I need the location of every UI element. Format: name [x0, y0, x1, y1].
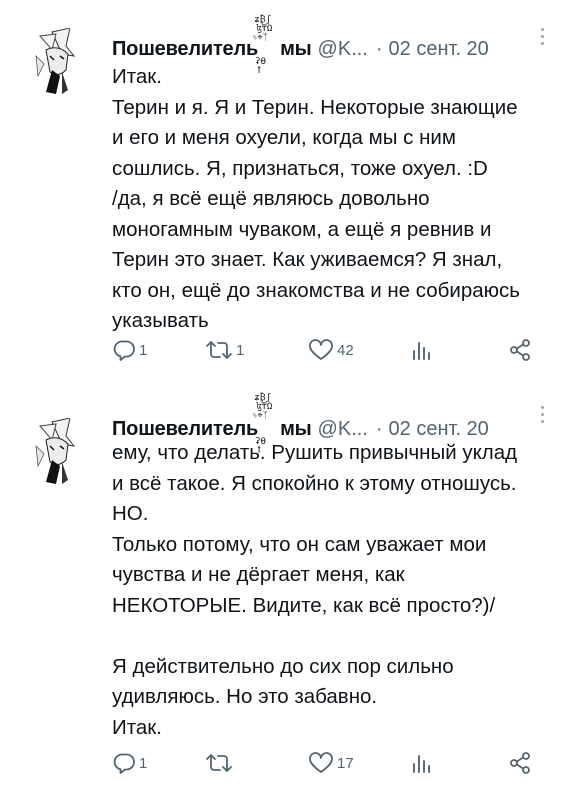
tweet-text: ему, что делать. Рушить привычный уклад … [112, 438, 557, 743]
tweet-text-line: сошлись. Я, признаться, тоже охуел. :D [112, 156, 488, 180]
reply-count: 1 [139, 754, 148, 772]
retweet-button[interactable]: 1 [205, 339, 244, 361]
tweet-text-line: и всё такое. Я спокойно к этому отношусь… [112, 471, 517, 495]
share-icon [510, 339, 530, 361]
views-button[interactable] [410, 339, 432, 361]
tweet-text-line: Итак. [112, 65, 162, 88]
avatar-illustration [22, 416, 92, 486]
share-button[interactable] [508, 751, 532, 775]
tweet-text-line: Итак. [112, 715, 162, 739]
retweet-icon [206, 754, 232, 772]
reply-icon [113, 753, 135, 774]
display-name[interactable]: Пошевелитель [112, 38, 258, 61]
views-icon [413, 342, 430, 360]
tweet-text-line: указывать [112, 309, 209, 332]
like-count: 42 [337, 341, 354, 359]
tweet-text-line: Терин это знает. Как уживаемся? Я знал, [112, 248, 503, 271]
tweet-text-line: ему, что делать. Рушить привычный уклад [112, 441, 518, 464]
tweet-header: Пошевелитель ʑ₿ʃ ɮ₸Ω ᛃ⌖ᛉ ʡ⍬ ꝉ мы @K... ·… [112, 15, 489, 76]
more-options-icon[interactable] [539, 28, 545, 48]
tweet-text-line: Я действительно до сих пор сильно [112, 654, 454, 678]
share-icon [510, 752, 530, 774]
more-options-icon[interactable] [539, 406, 545, 426]
reply-button[interactable]: 1 [112, 339, 147, 361]
tweet[interactable]: Пошевелитель ʑ₿ʃ ɮ₸Ω ᛃ⌖ᛉ ʡ⍬ ꝉ мы @K... ·… [0, 0, 569, 390]
tweet-text-line: чувства и не дёргает меня, как [112, 563, 405, 586]
reply-count: 1 [139, 341, 148, 359]
user-handle[interactable]: @K... [318, 38, 368, 61]
tweet-actions: 1 17 [112, 750, 532, 776]
like-count: 17 [337, 754, 354, 772]
heart-icon [309, 752, 333, 773]
avatar[interactable] [22, 416, 92, 486]
tweet-text-line: кто он, ещё до знакомства и не собираюсь [112, 278, 520, 302]
retweet-icon [206, 341, 232, 359]
like-button[interactable]: 17 [308, 752, 354, 774]
share-button[interactable] [508, 338, 532, 362]
tweet-actions: 1 1 42 [112, 337, 532, 363]
avatar[interactable] [22, 26, 92, 96]
like-button[interactable]: 42 [308, 339, 354, 361]
tweet-text-line: НЕКОТОРЫЕ. Видите, как всё просто?)/ [112, 593, 496, 617]
reply-icon [113, 340, 135, 361]
tweet-text-line: и его и меня охуели, когда мы с ним [112, 126, 456, 149]
retweet-button[interactable] [205, 752, 236, 774]
tweet-text-line: НО. [112, 502, 149, 525]
display-name-tail[interactable]: мы [280, 38, 312, 61]
separator-dot: · [375, 37, 383, 60]
views-button[interactable] [410, 752, 432, 774]
reply-button[interactable]: 1 [112, 752, 147, 774]
tweet-text-line: /да, я всё ещё являюсь довольно [112, 187, 430, 210]
tweet-text: Итак. Терин и я. Я и Терин. Некоторые зн… [112, 62, 557, 337]
retweet-count: 1 [236, 341, 245, 359]
tweet-text-line: Терин и я. Я и Терин. Некоторые знающие [112, 95, 518, 119]
timestamp[interactable]: 02 сент. 20 [389, 38, 489, 61]
tweet-text-line: удивляюсь. Но это забавно. [112, 685, 378, 708]
avatar-illustration [22, 26, 92, 96]
tweet-text-line: моногамным чуваком, а ещё я ревнив и [112, 217, 492, 241]
views-icon [413, 755, 430, 773]
tweet[interactable]: Пошевелитель ʑ₿ʃ ɮ₸Ω ᛃ⌖ᛉ ʡ⍬ ꝉ мы @K... ·… [0, 390, 569, 800]
heart-icon [309, 339, 333, 360]
tweet-text-line: Только потому, что он сам уважает мои [112, 532, 487, 556]
